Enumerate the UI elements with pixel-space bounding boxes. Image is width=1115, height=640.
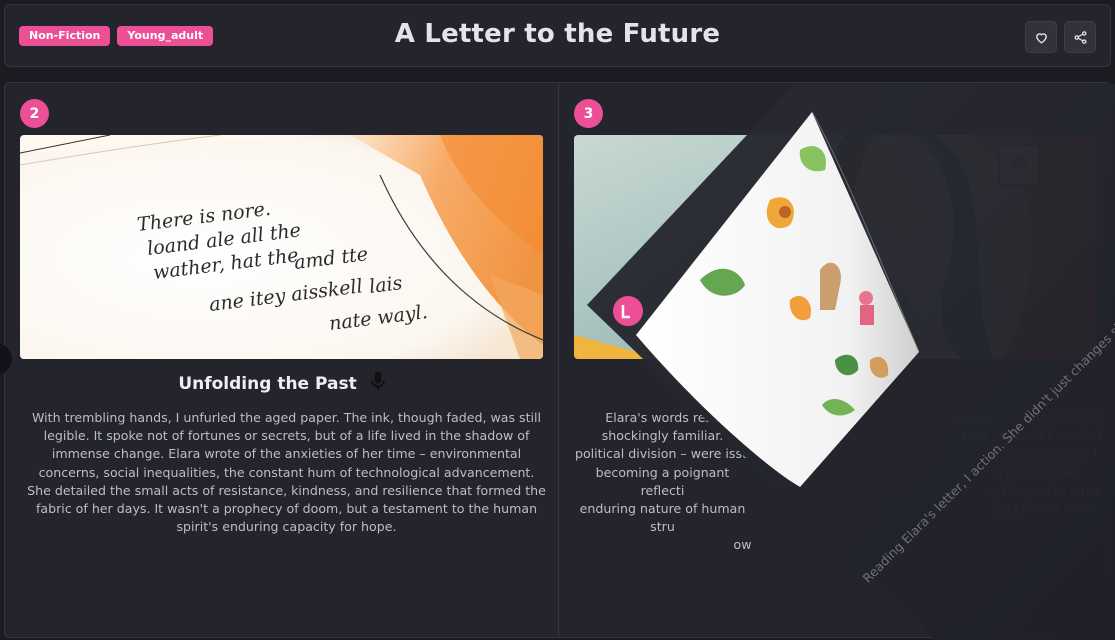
text-line: a responsibility. It [991, 446, 1102, 462]
page-body-text-right: blueprint for the future. kind of world … [939, 409, 1102, 518]
page-number-badge: 2 [20, 99, 49, 128]
text-line: blueprint for the future. [953, 410, 1102, 425]
page-illustration [574, 135, 1097, 359]
text-line: es I would make. [995, 501, 1102, 517]
share-icon [1074, 30, 1086, 44]
text-line: political division – were issu [574, 446, 751, 462]
text-line: o, I began to write [986, 482, 1102, 498]
book-spread: 2 There is nore. loand ale all the wathe… [4, 82, 1111, 638]
text-line: shockingly familiar. [601, 428, 724, 444]
handwriting-line: lais [368, 272, 404, 298]
heart-icon [1035, 32, 1047, 43]
text-line: kind of world I wanted [962, 428, 1102, 444]
page-3: 3 Elara's words reso shockingly familiar… [559, 83, 1110, 637]
text-line: becoming a poignant reflecti [595, 464, 730, 498]
chapter-title [899, 371, 1110, 396]
page-2: 2 There is nore. loand ale all the wathe… [5, 83, 558, 637]
story-title: A Letter to the Future [394, 19, 721, 49]
page-body-text: With trembling hands, I unfurled the age… [27, 410, 546, 535]
text-line: enduring nature of human stru [579, 501, 746, 535]
story-header: Non-Fiction Young_adult A Letter to the … [4, 4, 1111, 67]
text-line: ow [733, 537, 752, 553]
page-body-text: Elara's words reso shockingly familiar. … [573, 409, 752, 555]
share-button[interactable] [1064, 21, 1096, 53]
chapter-title-text: Unfolding the Past [178, 374, 357, 394]
microphone-icon[interactable] [370, 371, 385, 396]
text-line: Elara's words reso [605, 410, 720, 425]
chapter-title: Unfolding the Past [5, 371, 558, 396]
page-illustration: There is nore. loand ale all the wather,… [20, 135, 543, 359]
microphone-icon[interactable] [899, 371, 913, 396]
page-number-badge: 3 [574, 99, 603, 128]
like-button[interactable] [1025, 21, 1057, 53]
text-line: e present, and to [994, 464, 1102, 480]
